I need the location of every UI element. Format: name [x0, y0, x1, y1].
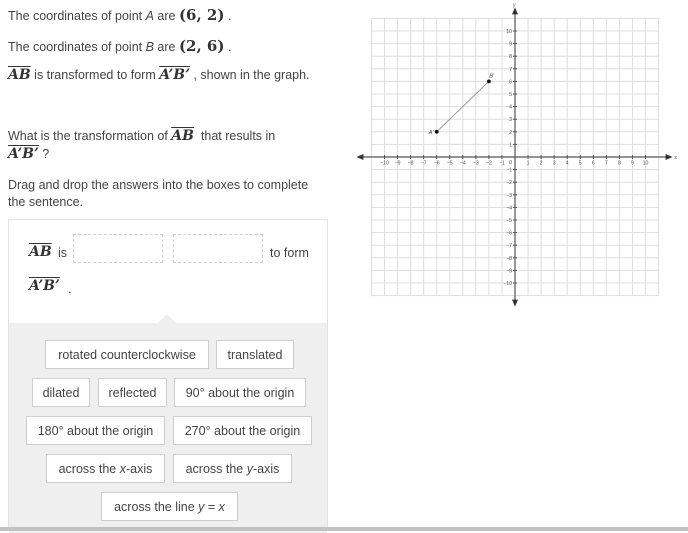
point-a-prime	[434, 129, 439, 134]
y-axis-label: y	[512, 2, 516, 8]
y-tick-label: −1	[506, 168, 512, 174]
x-tick-label: 4	[566, 161, 569, 167]
y-tick-label: −2	[506, 180, 512, 186]
x-tick-label: −7	[421, 161, 427, 167]
tick-labels: −10 −9 −8 −7 −6 −5 −4 −3 −2 −1 1 2 3 4 5 6 7 8 9 10−10−9−8−…	[380, 29, 648, 287]
y-tick-label: −9	[506, 268, 512, 274]
y-tick-label: 4	[509, 105, 512, 111]
point-b-prime	[487, 79, 491, 84]
x-tick-label: 10	[643, 161, 649, 167]
y-tick-label: 7	[509, 67, 512, 73]
y-tick-label: 8	[509, 54, 512, 60]
x-tick-label: 6	[592, 161, 595, 167]
y-tick-label: 1	[509, 142, 512, 148]
x-tick-label: −9	[395, 161, 401, 167]
coordinate-graph: xy −10 −9 −8 −7 −6 −5 −4 −3 −2 −1 1 2 3 4 5 6 7 8 9 10−10−9…	[356, 2, 678, 307]
x-tick-label: 5	[579, 161, 582, 167]
y-tick-label: −8	[506, 256, 512, 262]
x-tick-label: −5	[447, 161, 453, 167]
x-tick-label: −1	[499, 161, 505, 167]
y-tick-label: 9	[509, 42, 512, 48]
axes: xy	[356, 2, 678, 307]
y-tick-label: −4	[506, 205, 512, 211]
x-tick-label: −10	[380, 161, 389, 167]
x-tick-label: −6	[434, 161, 440, 167]
y-tick-label: −3	[506, 193, 512, 199]
x-tick-label: 2	[540, 161, 543, 167]
x-axis-right-arrow-icon	[665, 154, 673, 160]
y-tick-label: 10	[506, 29, 512, 35]
point-label: A'	[428, 130, 435, 136]
bottom-bar	[0, 527, 688, 531]
x-axis-label: x	[675, 155, 678, 161]
y-tick-label: 5	[509, 92, 512, 98]
origin-label: 0	[509, 160, 512, 166]
y-tick-label: 2	[509, 130, 512, 136]
y-tick-label: 3	[509, 117, 512, 123]
x-tick-label: −4	[460, 161, 466, 167]
x-tick-label: −2	[486, 161, 492, 167]
x-tick-label: 1	[527, 161, 530, 167]
x-tick-label: 7	[605, 161, 608, 167]
y-tick-label: 6	[509, 79, 512, 85]
x-tick-label: −3	[473, 161, 479, 167]
x-axis-left-arrow-icon	[356, 154, 364, 160]
y-tick-label: −7	[506, 243, 512, 249]
point-label: B'	[489, 73, 495, 79]
plotted-figure: A' B'	[428, 73, 495, 135]
x-tick-label: 8	[618, 161, 621, 167]
x-tick-label: 3	[553, 161, 556, 167]
x-tick-label: −8	[408, 161, 414, 167]
y-tick-label: −5	[506, 218, 512, 224]
y-tick-label: −10	[503, 281, 512, 287]
x-tick-label: 9	[631, 161, 634, 167]
y-tick-label: −6	[506, 231, 512, 237]
y-axis-down-arrow-icon	[512, 299, 518, 307]
y-axis-up-arrow-icon	[512, 7, 518, 15]
